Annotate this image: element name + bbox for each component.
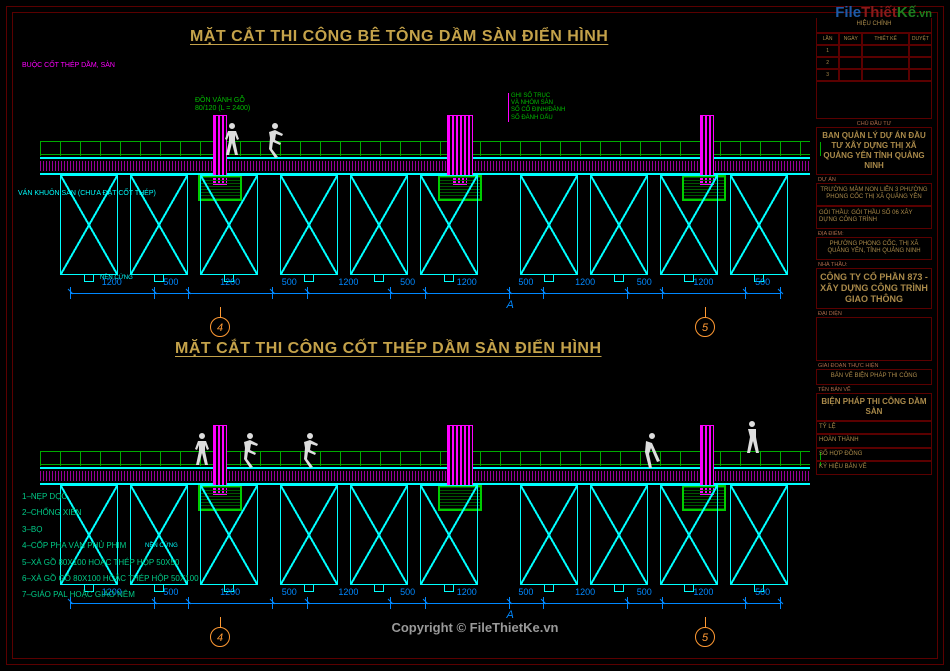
contractor-label: NHÀ THẦU: [816,260,932,268]
axis-bubble: 4 [210,627,230,647]
slab [40,157,810,175]
column [447,115,473,177]
rev-col: LẦN [816,33,839,45]
revisions-header-row: LẦN NGÀY THIẾT KẾ DUYỆT [816,33,932,45]
axis-bubble: 5 [695,627,715,647]
client-name: BAN QUẢN LÝ DỰ ÁN ĐẦU TƯ XÂY DỰNG THỊ XÃ… [816,127,932,175]
drawing-label: TÊN BẢN VẼ [816,385,932,393]
worker-icon [300,431,324,469]
column-note-box: GHI SỐ TRỤC VÀ NHÓM SÀN SỐ CỐ ĐỊNH/ĐÁNH … [508,93,565,122]
guardrail [40,141,810,155]
column-note-line: SỐ ĐÁNH DẤU [511,115,565,122]
rep-box [816,317,932,361]
rep-label: ĐẠI DIỆN [816,309,932,317]
location-label: ĐỊA ĐIỂM: [816,229,932,237]
worker-icon [190,431,214,469]
project-label: DỰ ÁN [816,175,932,183]
contractor-name: CÔNG TY CỔ PHẦN 873 - XÂY DỰNG CÔNG TRÌN… [816,268,932,310]
legend-item: 4–CỐP PHA VÁN PHỦ PHIM [22,539,199,553]
rev-col: DUYỆT [909,33,932,45]
package-label: GÓI THẦU: GÓI THẦU SỐ 06 XÂY DỰNG CÔNG T… [816,206,932,229]
field-scale: TỶ LỆ [816,421,932,435]
worker-icon [265,121,289,159]
revision-row: 2 [816,57,932,69]
legend: 1–NẸP DỌC 2–CHỐNG XIÊN 3–BỌ 4–CỐP PHA VÁ… [22,490,199,605]
stage-value: BẢN VẼ BIỆN PHÁP THI CÔNG [816,369,932,385]
project-name: TRƯỜNG MẦM NON LIÊN 3 PHƯỜNG PHONG CỐC T… [816,183,932,206]
section-view-concrete: ĐỒN VÁNH GỖ 80/120 (L = 2400) GHI SỐ TRỤ… [40,85,810,305]
section-title-bottom: MẶT CẮT THI CÔNG CỐT THÉP DẦM SÀN ĐIỂN H… [175,340,602,358]
note-donvang-l2: 80/120 (L = 2400) [195,105,250,112]
legend-item: 5–XÀ GỒ 80X100 HOẶC THÉP HỘP 50X50 [22,556,199,570]
rev-col: THIẾT KẾ [862,33,908,45]
client-label: CHỦ ĐẦU TƯ [816,119,932,127]
revisions-heading: HIỆU CHỈNH [816,18,932,33]
title-block: HIỆU CHỈNH LẦN NGÀY THIẾT KẾ DUYỆT 1 2 3… [816,18,932,658]
slab [40,467,810,485]
column-note-line: SỐ CỐ ĐỊNH/ĐÁNH [511,107,565,114]
legend-item: 6–XÀ GỒ GỖ 80X100 HOẶC THÉP HỘP 50X100 [22,572,199,586]
rev-col: NGÀY [839,33,862,45]
legend-item: 3–BỌ [22,523,199,537]
axis-bubble: 4 [210,317,230,337]
location-value: PHƯỜNG PHONG CỐC, THỊ XÃ QUẢNG YÊN, TỈNH… [816,237,932,260]
field-drawing-no: KÝ HIỆU BẢN VẼ [816,461,932,475]
section-title-top: MẶT CẮT THI CÔNG BÊ TÔNG DẦM SÀN ĐIỂN HÌ… [190,28,608,46]
shoring-row [40,175,810,275]
guardrail [40,451,810,465]
field-contract: SỐ HỢP ĐỒNG [816,448,932,462]
worker-icon [220,121,244,159]
stage-label: GIAI ĐOẠN THỰC HIỆN [816,361,932,369]
legend-item: 7–GIÁO PAL HOẶC GIÁO NÊM [22,588,199,602]
revision-row: 1 [816,45,932,57]
note-rebar: BUỘC CỐT THÉP DẦM, SÀN [22,62,115,69]
tb-spacer [816,81,932,119]
dimension-line: 1200500120050012005001200500120050012005… [70,283,780,307]
column [447,425,473,487]
worker-icon [740,419,764,457]
worker-icon [640,431,664,469]
legend-item: 2–CHỐNG XIÊN [22,506,199,520]
note-donvang-l1: ĐỒN VÁNH GỖ [195,97,245,104]
field-complete: HOÀN THÀNH [816,434,932,448]
axis-bubble: 5 [695,317,715,337]
drawing-name: BIỆN PHÁP THI CÔNG DẦM SÀN [816,393,932,421]
legend-item: 1–NẸP DỌC [22,490,199,504]
revision-row: 3 [816,69,932,81]
worker-icon [240,431,264,469]
